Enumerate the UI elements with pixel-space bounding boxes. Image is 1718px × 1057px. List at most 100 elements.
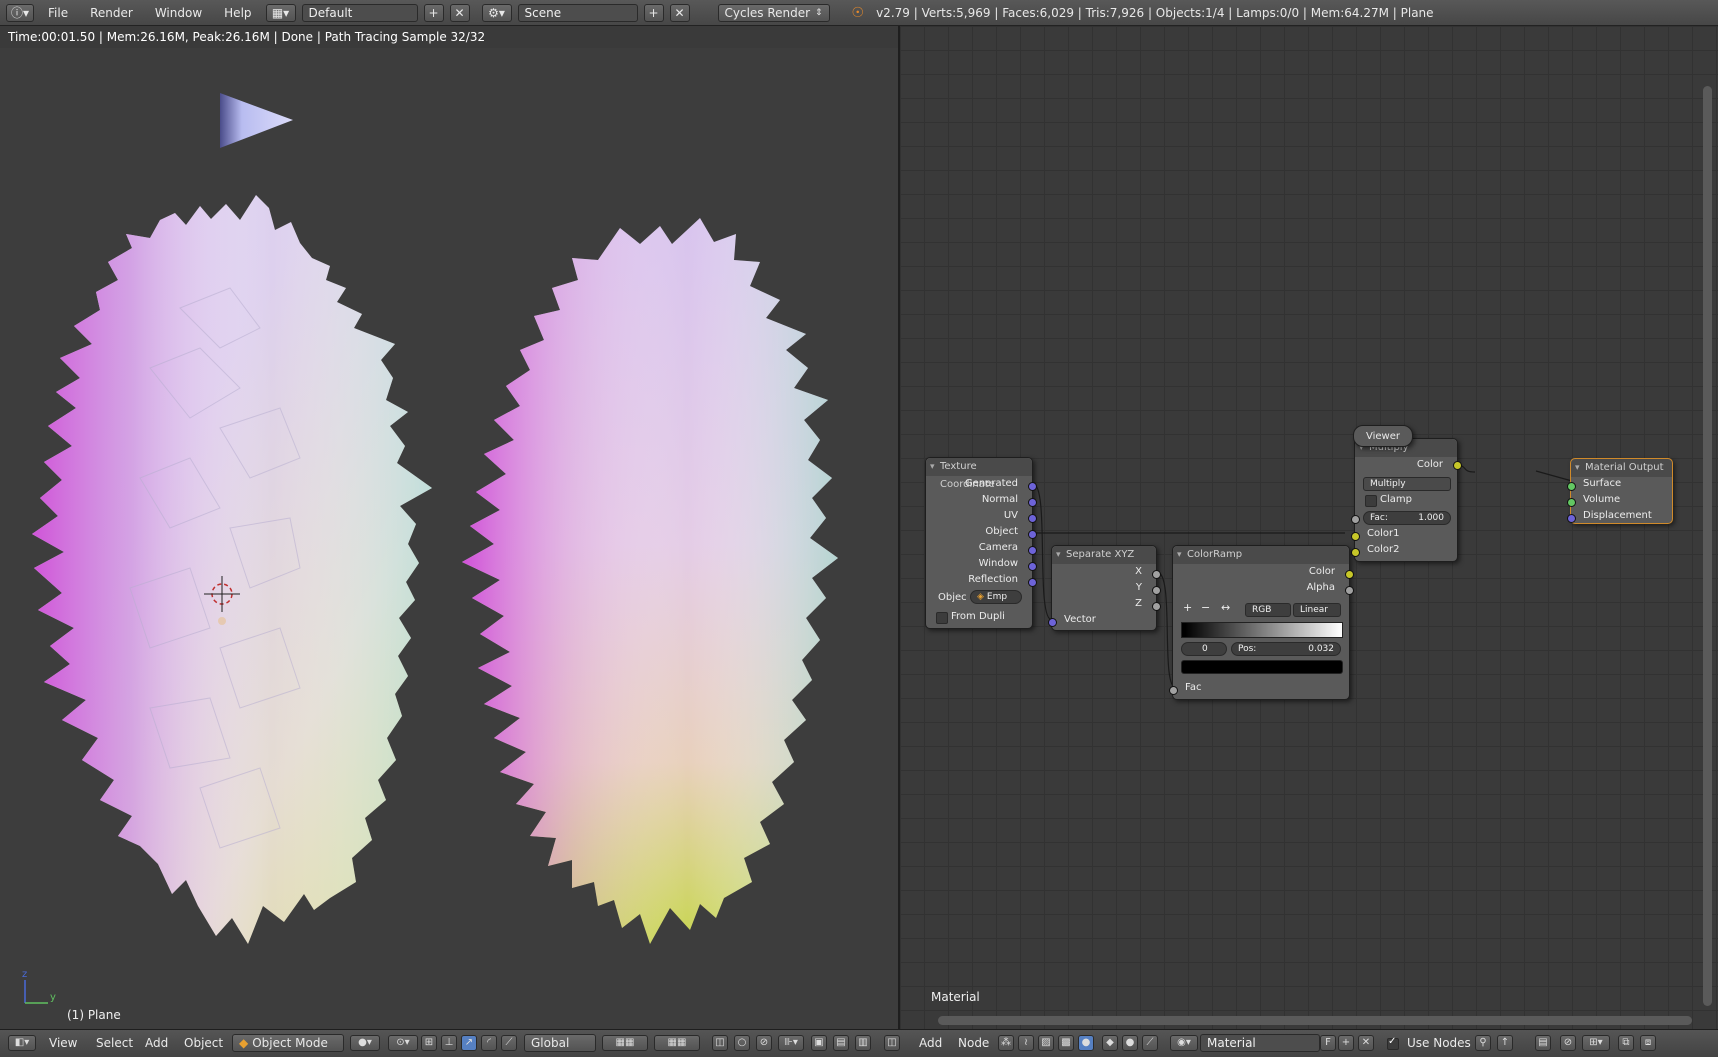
lock-layers-button[interactable]: ◫ bbox=[712, 1035, 728, 1051]
copy-nodes-button[interactable]: ⧉ bbox=[1618, 1035, 1634, 1051]
socket-object[interactable] bbox=[1028, 530, 1037, 539]
object-field[interactable]: ◈ Emp bbox=[970, 590, 1022, 604]
fac-field[interactable]: Fac: 1.000 bbox=[1363, 511, 1451, 525]
translate-manipulator[interactable]: ⊥ bbox=[441, 1035, 457, 1051]
screen-layout-icon-button[interactable]: ▦▾ bbox=[265, 3, 296, 22]
color-ramp-bar[interactable] bbox=[1181, 622, 1343, 638]
remove-stop-button[interactable]: − bbox=[1201, 601, 1210, 614]
socket-fac[interactable] bbox=[1169, 686, 1178, 695]
delete-scene-button[interactable]: ✕ bbox=[669, 3, 690, 22]
stop-color-swatch[interactable] bbox=[1181, 660, 1343, 674]
node-colorramp[interactable]: ColorRamp Color Alpha + − ↔ RGB Linear 0… bbox=[1169, 545, 1354, 700]
socket-reflection[interactable] bbox=[1028, 578, 1037, 587]
info-editor-type-button[interactable]: ⓘ▾ bbox=[6, 3, 34, 22]
pin-button[interactable]: ⚲ bbox=[1475, 1035, 1491, 1051]
socket-x[interactable] bbox=[1152, 570, 1161, 579]
socket-window[interactable] bbox=[1028, 562, 1037, 571]
socket-generated[interactable] bbox=[1028, 482, 1037, 491]
socket-uv[interactable] bbox=[1028, 514, 1037, 523]
unlink-material-button[interactable]: ✕ bbox=[1358, 1035, 1374, 1051]
menu-add[interactable]: Add bbox=[145, 1036, 168, 1050]
opengl-render-button[interactable]: ▤ bbox=[833, 1035, 849, 1051]
socket-fac[interactable] bbox=[1351, 515, 1360, 524]
socket-color[interactable] bbox=[1345, 570, 1354, 579]
socket-surface[interactable] bbox=[1567, 482, 1576, 491]
material-name-field[interactable]: Material bbox=[1200, 1034, 1320, 1052]
3d-viewport[interactable]: Time:00:01.50 | Mem:26.16M, Peak:26.16M … bbox=[0, 26, 900, 1029]
render-engine-dropdown[interactable]: Cycles Render ⇕ bbox=[717, 3, 830, 22]
add-layout-button[interactable]: + bbox=[423, 3, 444, 22]
node-texture-coordinate[interactable]: Texture Coordinate Generated Normal UV O… bbox=[925, 457, 1037, 629]
render-preview-button[interactable]: ▣ bbox=[811, 1035, 827, 1051]
socket-color-out[interactable] bbox=[1453, 461, 1462, 470]
paste-nodes-button[interactable]: ⧈ bbox=[1640, 1035, 1656, 1051]
socket-z[interactable] bbox=[1152, 602, 1161, 611]
node-multiply[interactable]: Multiply Color Multiply Clamp Fac: 1.000… bbox=[1351, 438, 1462, 562]
node-viewer[interactable]: Viewer bbox=[1353, 425, 1413, 447]
screen-layout-field[interactable]: Default bbox=[301, 3, 418, 22]
socket-volume[interactable] bbox=[1567, 498, 1576, 507]
active-stop-field[interactable]: 0 bbox=[1181, 642, 1227, 656]
socket-y[interactable] bbox=[1152, 586, 1161, 595]
menu-node-add[interactable]: Add bbox=[919, 1036, 942, 1050]
rotate-manipulator[interactable]: ↗ bbox=[461, 1035, 477, 1051]
viewport-shading-button[interactable]: ●▾ bbox=[350, 1035, 380, 1051]
backdrop-button[interactable]: ▤ bbox=[1535, 1035, 1551, 1051]
menu-help[interactable]: Help bbox=[216, 6, 259, 20]
proportional-edit-button[interactable]: ○ bbox=[734, 1035, 750, 1051]
blend-type-dropdown[interactable]: Multiply bbox=[1363, 477, 1451, 491]
socket-vector[interactable] bbox=[1048, 618, 1057, 627]
socket-camera[interactable] bbox=[1028, 546, 1037, 555]
scene-field[interactable]: Scene bbox=[517, 3, 638, 22]
flip-ramp-button[interactable]: ↔ bbox=[1221, 601, 1230, 614]
new-material-button[interactable]: + bbox=[1338, 1035, 1354, 1051]
texture-nodes-button[interactable]: ▩ bbox=[1058, 1035, 1074, 1051]
horizontal-scrollbar[interactable] bbox=[938, 1016, 1692, 1025]
menu-render[interactable]: Render bbox=[82, 6, 141, 20]
shader-nodes-button[interactable]: ● bbox=[1078, 1035, 1094, 1051]
material-browse-button[interactable]: ◉▾ bbox=[1170, 1035, 1198, 1051]
use-nodes-checkbox[interactable]: ✓ bbox=[1387, 1036, 1399, 1050]
scene-icon-button[interactable]: ⚙▾ bbox=[481, 3, 512, 22]
from-dupli-checkbox[interactable] bbox=[936, 612, 948, 624]
menu-object[interactable]: Object bbox=[184, 1036, 223, 1050]
parent-node-button[interactable]: ↑ bbox=[1497, 1035, 1513, 1051]
node-separate-xyz[interactable]: Separate XYZ X Y Z Vector bbox=[1048, 545, 1161, 631]
menu-file[interactable]: File bbox=[40, 6, 76, 20]
node-editor-type-button[interactable]: ◫ bbox=[884, 1035, 900, 1051]
menu-node[interactable]: Node bbox=[958, 1036, 989, 1050]
layer-buttons-1[interactable]: ▦▦ bbox=[602, 1035, 648, 1051]
material-sphere-button[interactable]: ● bbox=[1122, 1035, 1138, 1051]
menu-window[interactable]: Window bbox=[147, 6, 210, 20]
interpolation-dropdown[interactable]: Linear bbox=[1293, 603, 1341, 617]
scale-manipulator[interactable]: ◜ bbox=[481, 1035, 497, 1051]
object-slot-button[interactable]: ◆ bbox=[1102, 1035, 1118, 1051]
menu-view[interactable]: View bbox=[49, 1036, 77, 1050]
mode-dropdown[interactable]: ◆ Object Mode bbox=[232, 1034, 344, 1052]
shader-type-object[interactable]: ⁂ bbox=[998, 1035, 1014, 1051]
snap-node-element-dropdown[interactable]: ⊞▾ bbox=[1582, 1035, 1610, 1051]
menu-select[interactable]: Select bbox=[96, 1036, 133, 1050]
vertical-scrollbar[interactable] bbox=[1703, 86, 1712, 1006]
transform-orientation-icon[interactable]: ⟋ bbox=[501, 1035, 517, 1051]
shader-type-linestyle[interactable]: ▨ bbox=[1038, 1035, 1054, 1051]
editor-type-button[interactable]: ◧▾ bbox=[8, 1035, 36, 1051]
clamp-checkbox[interactable] bbox=[1365, 495, 1377, 507]
socket-color2[interactable] bbox=[1351, 548, 1360, 557]
snap-toggle[interactable]: ⊘ bbox=[756, 1035, 772, 1051]
pivot-point-button[interactable]: ⊙▾ bbox=[388, 1035, 418, 1051]
socket-normal[interactable] bbox=[1028, 498, 1037, 507]
shader-type-world[interactable]: ≀ bbox=[1018, 1035, 1034, 1051]
stop-position-field[interactable]: Pos: 0.032 bbox=[1231, 642, 1341, 656]
layer-buttons-2[interactable]: ▦▦ bbox=[654, 1035, 700, 1051]
fake-user-button[interactable]: F bbox=[1320, 1035, 1336, 1051]
node-material-output[interactable]: Material Output Surface Volume Displacem… bbox=[1567, 458, 1673, 524]
opengl-anim-button[interactable]: ▥ bbox=[855, 1035, 871, 1051]
color-mode-dropdown[interactable]: RGB bbox=[1245, 603, 1291, 617]
add-scene-button[interactable]: + bbox=[643, 3, 664, 22]
snap-element-dropdown[interactable]: ⊪▾ bbox=[778, 1035, 804, 1051]
delete-layout-button[interactable]: ✕ bbox=[449, 3, 470, 22]
orientation-dropdown[interactable]: Global bbox=[524, 1034, 596, 1052]
socket-alpha[interactable] bbox=[1345, 586, 1354, 595]
add-stop-button[interactable]: + bbox=[1183, 601, 1192, 614]
